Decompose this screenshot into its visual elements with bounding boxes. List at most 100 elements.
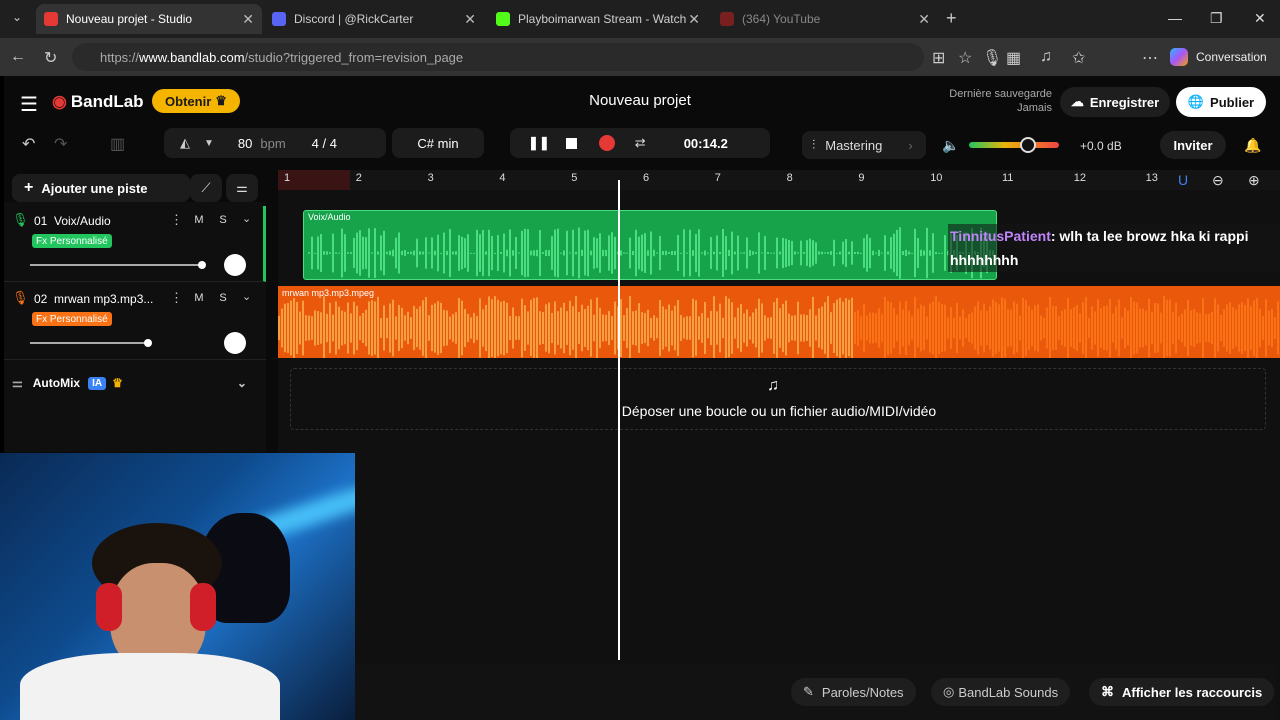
chevron-down-icon[interactable]: ⌄ — [242, 290, 251, 303]
track-volume-slider[interactable] — [30, 264, 202, 266]
key-selector[interactable]: C# min — [392, 128, 484, 158]
pause-icon[interactable]: ❚❚ — [528, 135, 550, 151]
track-volume-handle[interactable] — [144, 339, 152, 347]
track-volume-slider[interactable] — [30, 342, 148, 344]
extension-icon[interactable]: ▦ — [1006, 48, 1021, 68]
piano-icon[interactable]: ▥ — [110, 134, 125, 154]
back-icon[interactable]: ← — [10, 48, 26, 66]
close-icon[interactable]: ✕ — [464, 11, 476, 28]
tab-youtube[interactable]: (364) YouTube ✕ — [712, 4, 938, 34]
drop-zone-label: Déposer une boucle ou un fichier audio/M… — [621, 403, 937, 419]
timeline-ruler[interactable]: 1 2 3 4 5 6 7 8 9 10 11 12 13 — [278, 170, 1280, 190]
track-name[interactable]: mrwan mp3.mp3... — [54, 292, 153, 306]
beat-clip[interactable]: mrwan mp3.mp3.mpeg — [278, 286, 1280, 358]
bandlab-sounds-button[interactable]: ◎ BandLab Sounds — [931, 678, 1071, 706]
reload-icon[interactable]: ↻ — [44, 48, 57, 68]
new-tab-icon[interactable]: + — [946, 8, 957, 29]
tool-button[interactable]: ⟋ — [190, 174, 222, 202]
mixer-button[interactable]: ⚌ — [226, 174, 258, 202]
fx-badge[interactable]: Fx Personnalisé — [32, 312, 112, 326]
time-signature[interactable]: 4 / 4 — [312, 136, 337, 151]
last-saved-value: Jamais — [1017, 102, 1052, 114]
playhead[interactable] — [618, 180, 620, 660]
ruler-mark: 1 — [284, 172, 291, 184]
bpm-value[interactable]: 80 — [238, 136, 252, 151]
window-close-icon[interactable]: ✕ — [1254, 10, 1266, 27]
add-track-button[interactable]: + Ajouter une piste — [12, 174, 190, 202]
tempo-panel: ◭ ▼ 80 bpm 4 / 4 — [164, 128, 386, 158]
collections-icon[interactable]: ✩ — [1072, 48, 1085, 68]
close-icon[interactable]: ✕ — [242, 11, 254, 28]
tab-list-chevron-icon[interactable]: ⌄ — [12, 10, 22, 24]
close-icon[interactable]: ✕ — [918, 11, 930, 28]
chevron-down-icon[interactable]: ▼ — [204, 138, 214, 149]
mute-button[interactable]: M — [190, 289, 208, 307]
loop-icon[interactable]: ⇄ — [635, 135, 646, 151]
obtain-button[interactable]: Obtenir ♛ — [152, 89, 240, 113]
fx-badge[interactable]: Fx Personnalisé — [32, 234, 112, 248]
master-volume-handle[interactable] — [1020, 137, 1036, 153]
close-icon[interactable]: ✕ — [688, 11, 700, 28]
music-note-icon: ♫ — [767, 377, 779, 394]
apps-icon[interactable]: ⊞ — [932, 48, 945, 68]
project-title[interactable]: Nouveau projet — [544, 92, 736, 109]
save-button[interactable]: ☁ Enregistrer — [1060, 87, 1170, 117]
track-header[interactable]: 🎙 01 Voix/Audio ⋮ M S ⌄ Fx Personnalisé — [4, 206, 266, 282]
bell-icon[interactable]: 🔔 — [1244, 137, 1261, 154]
shortcuts-button[interactable]: ⌘ Afficher les raccourcis — [1089, 678, 1275, 706]
shortcuts-label: Afficher les raccourcis — [1122, 684, 1263, 700]
minimize-icon[interactable]: — — [1168, 10, 1182, 26]
bandlab-logo-icon: ◉ — [52, 92, 67, 111]
master-volume-slider[interactable] — [969, 142, 1059, 148]
invite-button[interactable]: Inviter — [1160, 131, 1226, 159]
address-bar[interactable]: https://www.bandlab.com/studio?triggered… — [72, 43, 924, 71]
track-volume-handle[interactable] — [198, 261, 206, 269]
track-name[interactable]: Voix/Audio — [54, 214, 111, 228]
bandlab-logo[interactable]: ◉ BandLab — [52, 92, 144, 112]
automix-row[interactable]: ⚌ AutoMix IA ♛ ⌄ — [4, 368, 266, 398]
magnet-icon[interactable]: U — [1178, 172, 1188, 188]
ruler-mark: 13 — [1145, 172, 1158, 184]
record-icon[interactable] — [598, 135, 615, 151]
undo-icon[interactable]: ↶ — [22, 134, 35, 154]
chevron-down-icon[interactable]: ⌄ — [242, 212, 251, 225]
publish-button[interactable]: 🌐 Publier — [1176, 87, 1266, 117]
more-icon[interactable]: ⋯ — [1142, 48, 1158, 68]
pan-knob[interactable] — [224, 254, 246, 276]
menu-icon[interactable]: ☰ — [20, 92, 38, 117]
copilot-conversation-button[interactable]: Conversation — [1170, 44, 1267, 70]
mic-icon[interactable]: 🎙 — [982, 48, 1002, 68]
add-track-label: Ajouter une piste — [41, 180, 148, 196]
restore-icon[interactable]: ❐ — [1210, 10, 1223, 27]
beat-waveform — [278, 296, 1279, 358]
pan-knob[interactable] — [224, 332, 246, 354]
drop-zone[interactable]: ♫ Déposer une boucle ou un fichier audio… — [290, 368, 1266, 430]
tab-kick[interactable]: Playboimarwan Stream - Watch Li ✕ — [488, 4, 708, 34]
tab-title: Nouveau projet - Studio — [66, 12, 193, 26]
speaker-icon[interactable]: 🔈 — [942, 137, 959, 154]
solo-button[interactable]: S — [214, 211, 232, 229]
chat-username: TinnitusPatient — [950, 228, 1051, 244]
metronome-icon[interactable]: ◭ — [180, 135, 190, 151]
vocal-clip[interactable]: Voix/Audio — [303, 210, 997, 280]
mastering-button[interactable]: ⫶ Mastering › — [802, 131, 926, 159]
ruler-mark: 6 — [643, 172, 650, 184]
track-menu-icon[interactable]: ⋮ — [170, 290, 183, 306]
zoom-in-icon[interactable]: ⊕ — [1248, 172, 1260, 189]
music-ext-icon[interactable]: ♫ — [1040, 48, 1052, 66]
solo-button[interactable]: S — [214, 289, 232, 307]
mute-button[interactable]: M — [190, 211, 208, 229]
pencil-icon: ✎ — [803, 684, 814, 699]
stop-icon[interactable] — [565, 137, 577, 149]
ruler-mark: 3 — [427, 172, 434, 184]
tab-discord[interactable]: Discord | @RickCarter ✕ — [264, 4, 484, 34]
lyrics-notes-button[interactable]: ✎ Paroles/Notes — [791, 678, 916, 706]
zoom-out-icon[interactable]: ⊖ — [1212, 172, 1224, 189]
tab-studio[interactable]: Nouveau projet - Studio ✕ — [36, 4, 262, 34]
track-header[interactable]: 🎙 02 mrwan mp3.mp3... ⋮ M S ⌄ Fx Personn… — [4, 284, 266, 360]
redo-icon[interactable]: ↷ — [54, 134, 67, 154]
track-menu-icon[interactable]: ⋮ — [170, 212, 183, 228]
track-number: 01 — [34, 214, 48, 228]
shortcuts-icon: ⌘ — [1101, 684, 1114, 699]
favorite-star-icon[interactable]: ☆ — [958, 48, 972, 68]
